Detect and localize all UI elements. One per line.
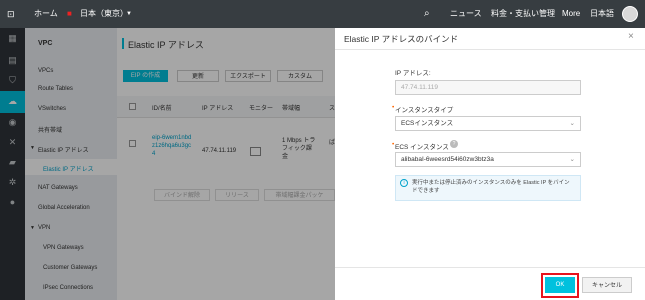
- instance-type-value: ECSインスタンス: [401, 120, 454, 127]
- info-icon: i: [400, 179, 408, 187]
- info-text: 実行中または停止済みのインスタンスのみを Elastic IP をバインドできま…: [412, 180, 570, 194]
- ok-button[interactable]: OK: [545, 277, 575, 293]
- required-mark: •: [392, 104, 395, 111]
- help-icon[interactable]: ?: [450, 140, 458, 148]
- ecs-instance-label: ECS インスタンス: [395, 144, 449, 151]
- region-selector[interactable]: 日本（東京）: [80, 0, 128, 28]
- console-logo-icon[interactable]: ⊡: [7, 0, 15, 28]
- chevron-down-icon[interactable]: ▼: [126, 0, 132, 28]
- cancel-button[interactable]: キャンセル: [582, 277, 632, 293]
- search-icon[interactable]: ⌕: [424, 0, 430, 28]
- modal-overlay: [0, 28, 335, 300]
- billing-link[interactable]: 料金・支払い管理: [491, 0, 555, 28]
- home-link[interactable]: ホーム: [34, 0, 58, 28]
- ip-address-field: 47.74.11.119: [395, 80, 581, 95]
- chevron-down-icon: ⌄: [569, 156, 575, 163]
- divider: [335, 267, 645, 268]
- close-icon[interactable]: ×: [628, 31, 634, 42]
- bind-eip-dialog: Elastic IP アドレスのバインド × IP アドレス: 47.74.11…: [335, 28, 645, 300]
- ecs-instance-select[interactable]: alibabaI-6weesrd54i60zw3btz3a ⌄: [395, 152, 581, 167]
- news-link[interactable]: ニュース: [450, 0, 482, 28]
- chevron-down-icon: ⌄: [569, 120, 575, 127]
- top-bar: ⊡ ホーム ■ 日本（東京） ▼ ⌕ ニュース 料金・支払い管理 More 日本…: [0, 0, 645, 28]
- required-mark: •: [392, 141, 395, 148]
- instance-type-label: インスタンスタイプ: [395, 107, 454, 114]
- avatar[interactable]: [622, 6, 638, 22]
- flag-icon: ■: [67, 9, 72, 18]
- divider: [335, 49, 645, 50]
- ip-address-label: IP アドレス:: [395, 70, 431, 77]
- more-link[interactable]: More: [562, 0, 580, 28]
- info-notice: i 実行中または停止済みのインスタンスのみを Elastic IP をバインドで…: [395, 175, 581, 201]
- ecs-instance-value: alibabaI-6weesrd54i60zw3btz3a: [401, 156, 494, 163]
- dialog-title: Elastic IP アドレスのバインド: [344, 34, 459, 44]
- language-selector[interactable]: 日本語: [590, 0, 614, 28]
- instance-type-select[interactable]: ECSインスタンス ⌄: [395, 116, 581, 131]
